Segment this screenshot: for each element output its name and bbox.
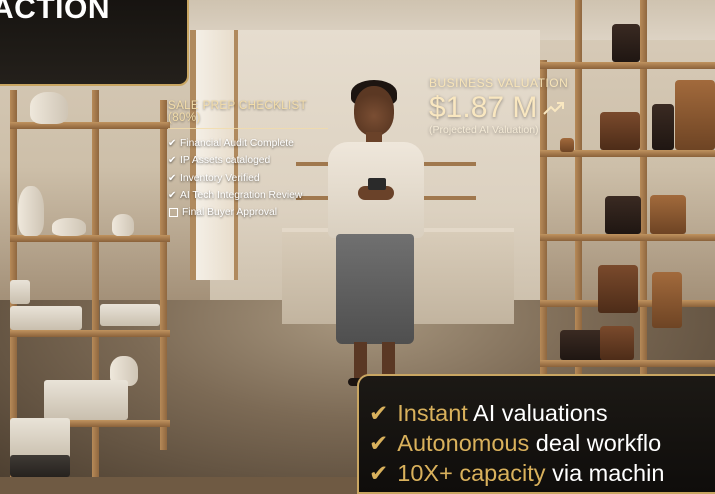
- valuation-label: BUSINESS VALUATION: [429, 76, 569, 90]
- vase: [30, 92, 68, 124]
- folded-linen: [10, 306, 82, 330]
- checklist-item: ✔ Inventory Verified: [168, 170, 368, 187]
- handbag: [675, 80, 715, 150]
- smartphone: [368, 178, 386, 190]
- valuation-amount-row: $1.87 M: [429, 90, 568, 126]
- right-shelf-board: [540, 62, 715, 69]
- checklist-item-label: Inventory Verified: [180, 172, 260, 184]
- left-shelf-board: [10, 235, 170, 242]
- folded-linen: [10, 280, 30, 304]
- handbag: [598, 265, 638, 313]
- checkmark-icon: ✔: [168, 155, 177, 167]
- handbag: [612, 24, 640, 62]
- bowl: [52, 218, 86, 236]
- heavy-checkmark-icon: ✔: [369, 460, 389, 486]
- checklist-item-label: Financial Audit Complete: [180, 138, 294, 149]
- checklist-items: ✔ Financial Audit Complete ✔ IP Assets cat…: [168, 135, 368, 221]
- handbag: [600, 112, 640, 150]
- feature-text: deal workflo: [529, 430, 662, 456]
- sale-prep-checklist: SALE PREP CHECKLIST (80%) ✔ Financial Aud…: [168, 100, 368, 221]
- checkmark-icon: ✔: [168, 138, 177, 149]
- checklist-heading: SALE PREP CHECKLIST (80%): [168, 100, 328, 129]
- vase: [18, 186, 44, 236]
- business-valuation: BUSINESS VALUATION $1.87 M (Projected AI…: [429, 76, 568, 136]
- checklist-item: Final Buyer Approval: [168, 204, 368, 221]
- handbag: [605, 196, 641, 234]
- left-shelf-board: [10, 122, 170, 129]
- handbag: [560, 330, 604, 360]
- checklist-item-label: AI Tech Integration Review: [180, 189, 303, 201]
- features-panel: ✔ Instant AI valuations ✔ Autonomous deal …: [357, 374, 715, 494]
- valuation-amount: $1.87 M: [429, 91, 538, 124]
- right-shelf-board: [540, 234, 715, 241]
- feature-item: ✔ Instant AI valuations: [369, 398, 715, 428]
- folded-linen: [10, 455, 70, 477]
- feature-item: ✔ 10X+ capacity via machin: [369, 458, 715, 488]
- handbag: [652, 104, 674, 150]
- feature-text: via machin: [545, 460, 665, 486]
- valuation-note: (Projected AI Valuation): [429, 124, 539, 136]
- checklist-item-label: Final Buyer Approval: [182, 207, 278, 219]
- heavy-checkmark-icon: ✔: [369, 400, 389, 426]
- checkmark-icon: ✔: [168, 189, 177, 201]
- right-shelf-board: [540, 360, 715, 367]
- folded-linen: [100, 304, 160, 326]
- heavy-checkmark-icon: ✔: [369, 430, 389, 456]
- handbag: [600, 326, 634, 360]
- skirt: [336, 234, 414, 344]
- folded-linen: [10, 418, 70, 460]
- checklist-item: ✔ IP Assets cataloged: [168, 152, 368, 169]
- wallet: [560, 138, 574, 152]
- checklist-item: ✔ Financial Audit Complete: [168, 135, 368, 152]
- handbag: [652, 272, 682, 328]
- banner-title-text: ACTION: [0, 0, 110, 25]
- banner-title: ACTION: [0, 0, 194, 26]
- feature-highlight: Instant: [397, 400, 468, 426]
- folded-linen: [44, 380, 128, 420]
- checklist-item-label: IP Assets cataloged: [180, 155, 271, 167]
- feature-text: AI valuations: [467, 400, 608, 426]
- checkbox-empty-icon: [169, 208, 178, 218]
- cup: [112, 214, 134, 236]
- handbag: [650, 195, 686, 234]
- trend-up-icon: [543, 102, 565, 115]
- left-shelf-board: [10, 330, 170, 337]
- checklist-item: ✔ AI Tech Integration Review: [168, 187, 368, 204]
- feature-highlight: 10X+ capacity: [397, 460, 546, 486]
- checkmark-icon: ✔: [168, 172, 177, 184]
- title-banner: ACTION: [0, 0, 189, 86]
- feature-item: ✔ Autonomous deal workflo: [369, 428, 715, 458]
- left-shelf-post: [160, 100, 167, 450]
- feature-highlight: Autonomous: [397, 430, 530, 456]
- features-list: ✔ Instant AI valuations ✔ Autonomous deal …: [359, 376, 715, 488]
